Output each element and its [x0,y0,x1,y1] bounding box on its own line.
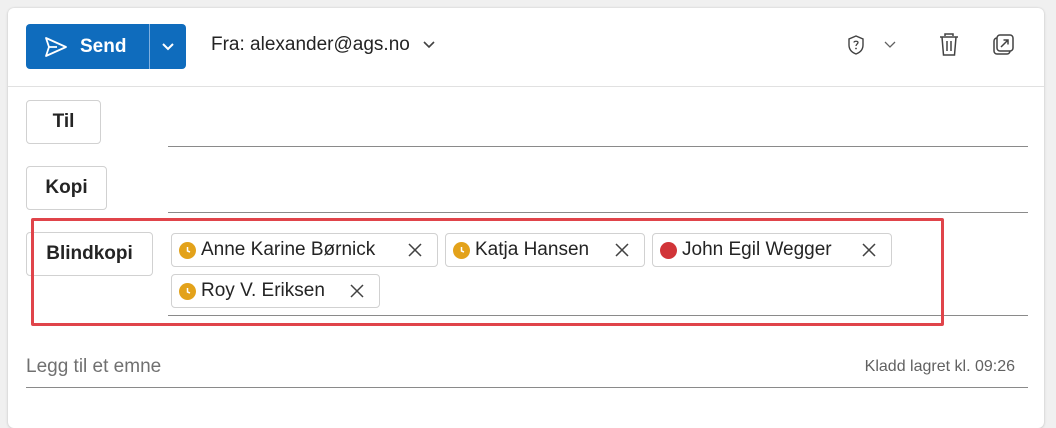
draft-status: Kladd lagret kl. 09:26 [864,358,1015,375]
cc-button[interactable]: Kopi [26,166,107,210]
send-label: Send [80,35,127,57]
chevron-down-icon [884,41,896,48]
chevron-down-icon [162,42,174,50]
pop-out-icon [993,34,1014,55]
cc-label: Kopi [45,177,88,198]
sensitivity-button[interactable] [846,34,896,56]
to-input[interactable] [168,146,1028,147]
send-button-group: Send [26,24,186,69]
subject-underline [26,387,1028,388]
send-icon [45,36,67,57]
from-selector[interactable]: Fra: alexander@ags.no [211,34,436,56]
send-button[interactable]: Send [26,24,149,69]
highlight-box [31,218,944,326]
subject-input[interactable]: Legg til et emne [26,356,161,378]
discard-button[interactable] [937,32,961,58]
shield-question-icon [848,35,864,55]
trash-icon [940,33,958,56]
to-label: Til [52,111,75,132]
chevron-down-icon [423,41,435,49]
subject-placeholder: Legg til et emne [26,356,162,377]
cc-input[interactable] [168,212,1028,213]
toolbar-divider [8,86,1044,87]
from-label: Fra: alexander@ags.no [211,34,410,55]
pop-out-button[interactable] [991,33,1015,57]
to-button[interactable]: Til [26,100,101,144]
send-options-button[interactable] [150,24,186,69]
